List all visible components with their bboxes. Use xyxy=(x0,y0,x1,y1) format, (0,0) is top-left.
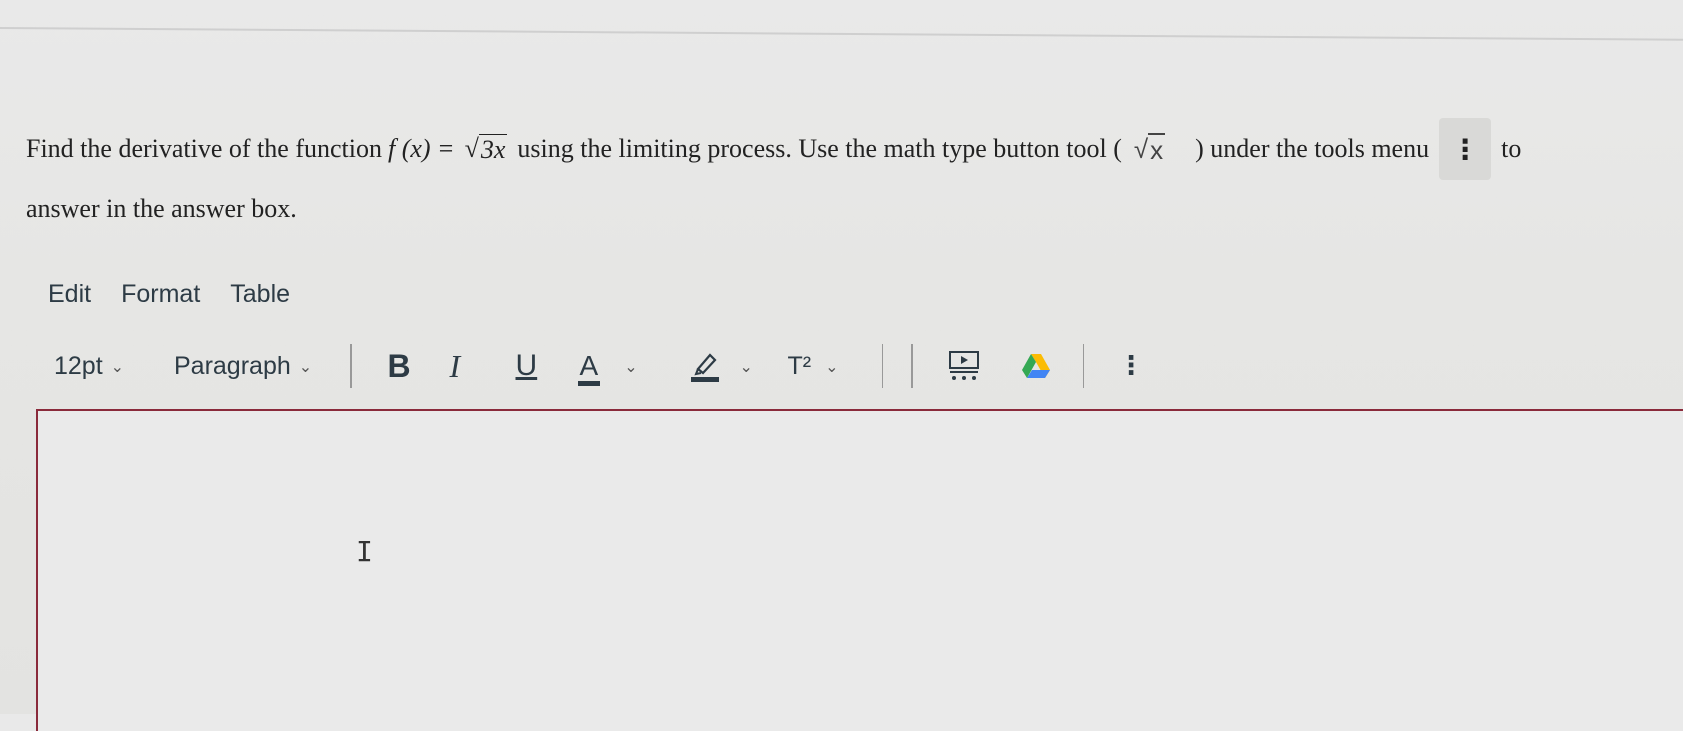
font-size-value: 12pt xyxy=(54,351,103,380)
superscript-label: T² xyxy=(787,351,812,380)
bold-button[interactable]: B xyxy=(388,348,450,385)
chevron-down-icon: ⌄ xyxy=(624,356,638,376)
chevron-down-icon: ⌄ xyxy=(298,356,313,376)
highlighter-icon xyxy=(690,353,719,382)
radicand: 3x xyxy=(478,133,508,164)
radical-sign: √ xyxy=(464,133,479,163)
highlight-color-button[interactable]: ⌄ xyxy=(690,349,788,383)
google-drive-button[interactable] xyxy=(1021,353,1083,379)
editor-toolbar: 12pt ⌄ Paragraph ⌄ B I U A ⌄ ⌄ T² ⌄ ⋮ xyxy=(54,340,1148,392)
superscript-button[interactable]: T² ⌄ xyxy=(788,352,882,381)
chevron-down-icon: ⌄ xyxy=(739,356,753,376)
italic-button[interactable]: I xyxy=(450,348,516,385)
toolbar-separator xyxy=(1082,344,1084,388)
block-format-select[interactable]: Paragraph ⌄ xyxy=(174,352,350,381)
text-cursor-icon: I xyxy=(356,535,373,568)
text-color-button[interactable]: A ⌄ xyxy=(577,350,690,386)
sqrt-expression: √ 3x xyxy=(464,133,508,165)
chevron-down-icon: ⌄ xyxy=(825,356,839,376)
toolbar-separator xyxy=(911,344,913,388)
question-part-4: to xyxy=(1501,134,1522,163)
question-part-2: using the limiting process. Use the math… xyxy=(517,134,1122,163)
editor-menubar: Edit Format Table xyxy=(48,280,290,309)
answer-editor[interactable]: I xyxy=(36,409,1683,731)
toolbar-separator xyxy=(350,344,352,388)
media-embed-button[interactable] xyxy=(948,350,1021,382)
menu-table[interactable]: Table xyxy=(230,280,290,309)
chevron-down-icon: ⌄ xyxy=(110,356,125,376)
math-type-sqrt-icon: √ x xyxy=(1133,132,1166,165)
top-divider xyxy=(0,27,1683,41)
media-embed-icon xyxy=(948,351,979,380)
underline-button[interactable]: U xyxy=(516,349,580,383)
tools-menu-kebab-icon: ⋮ xyxy=(1439,118,1492,180)
menu-format[interactable]: Format xyxy=(121,280,200,309)
toolbar-separator xyxy=(881,344,883,388)
text-color-icon: A xyxy=(577,350,601,386)
more-vertical-icon[interactable]: ⋮ xyxy=(1118,351,1148,381)
function-lhs: f (x) = xyxy=(387,134,455,163)
question-line-1: Find the derivative of the function f (x… xyxy=(26,118,1521,180)
google-drive-icon xyxy=(1021,354,1050,378)
font-size-select[interactable]: 12pt ⌄ xyxy=(54,352,174,381)
block-format-value: Paragraph xyxy=(174,351,291,380)
question-line-2: answer in the answer box. xyxy=(26,194,297,223)
question-part-1: Find the derivative of the function xyxy=(26,134,382,163)
question-part-3: ) under the tools menu xyxy=(1195,134,1430,163)
menu-edit[interactable]: Edit xyxy=(48,280,91,309)
